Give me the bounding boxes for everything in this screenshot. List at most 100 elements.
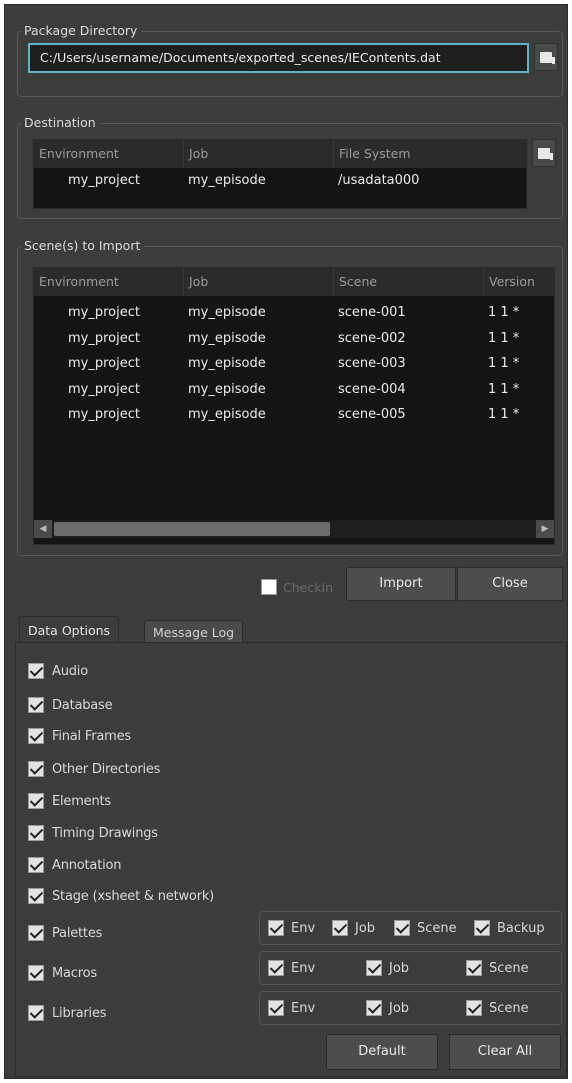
palettes-label: Palettes [52,925,103,941]
scroll-right-icon[interactable]: ▶ [536,520,554,538]
macros-scene-checkbox[interactable] [466,960,482,976]
option-audio[interactable]: Audio [28,660,88,682]
palettes-backup-label: Backup [497,920,545,936]
audio-label: Audio [52,663,88,679]
option-elements[interactable]: Elements [28,790,111,812]
cell-job: my_episode [188,173,266,188]
libraries-env-checkbox[interactable] [268,1000,284,1016]
package-browse-button[interactable] [534,43,558,71]
import-dialog: Package Directory C:/Users/username/Docu… [4,4,568,1079]
palettes-backup-checkbox[interactable] [474,920,490,936]
cell-version: 1 1 * [488,407,520,422]
clear-all-button[interactable]: Clear All [449,1034,561,1070]
folder-browse-icon [538,147,553,160]
macros-job-checkbox[interactable] [366,960,382,976]
stage-xsheet-network-label: Stage (xsheet & network) [52,888,215,904]
annotation-label: Annotation [52,857,122,873]
cell-environment: my_project [68,381,140,397]
cell-scene: scene-002 [338,330,406,346]
palettes-job-checkbox[interactable] [332,920,348,936]
palettes-scene-option[interactable]: Scene [394,920,457,936]
macros-scene-option[interactable]: Scene [466,960,529,976]
macros-checkbox[interactable] [28,965,44,981]
option-timing-drawings[interactable]: Timing Drawings [28,822,158,844]
column-header-job[interactable]: Job [184,268,334,296]
folder-browse-icon [540,51,555,64]
column-header-scene[interactable]: Scene [334,268,484,296]
table-row[interactable]: my_project my_episode scene-003 1 1 * [34,351,554,376]
libraries-job-option[interactable]: Job [366,1000,409,1016]
cell-file-system: /usadata000 [338,173,420,188]
option-database[interactable]: Database [28,694,113,716]
database-label: Database [52,697,113,713]
macros-scene-label: Scene [489,960,529,976]
option-palettes[interactable]: Palettes [28,922,102,944]
horizontal-scrollbar[interactable]: ◀ ▶ [34,520,554,538]
table-row[interactable]: my_project my_episode scene-001 1 1 * [34,300,554,325]
final-frames-checkbox[interactable] [28,728,44,744]
final-frames-label: Final Frames [52,728,131,744]
column-header-file-system[interactable]: File System [334,140,526,168]
cell-environment: my_project [68,305,140,320]
option-libraries[interactable]: Libraries [28,1002,107,1024]
macros-job-option[interactable]: Job [366,960,409,976]
libraries-scene-option[interactable]: Scene [466,1000,529,1016]
libraries-env-option[interactable]: Env [268,1000,315,1016]
option-macros[interactable]: Macros [28,962,97,984]
checkin-option[interactable]: CheckIn [261,577,333,597]
cell-job: my_episode [188,330,266,346]
column-header-environment[interactable]: Environment [34,140,184,168]
checkin-checkbox[interactable] [261,579,277,595]
option-other-directories[interactable]: Other Directories [28,758,160,780]
palettes-backup-option[interactable]: Backup [474,920,545,936]
option-annotation[interactable]: Annotation [28,854,121,876]
option-final-frames[interactable]: Final Frames [28,725,131,747]
macros-env-option[interactable]: Env [268,960,315,976]
package-path-input[interactable]: C:/Users/username/Documents/exported_sce… [28,43,529,73]
libraries-env-label: Env [291,1000,316,1016]
table-row[interactable]: my_project my_episode /usadata000 [34,168,526,193]
table-row[interactable]: my_project my_episode scene-005 1 1 * [34,402,554,427]
close-button[interactable]: Close [457,567,563,601]
column-header-environment[interactable]: Environment [34,268,184,296]
macros-env-checkbox[interactable] [268,960,284,976]
libraries-scene-checkbox[interactable] [466,1000,482,1016]
import-button[interactable]: Import [346,567,456,601]
libraries-job-label: Job [389,1000,410,1016]
libraries-job-checkbox[interactable] [366,1000,382,1016]
elements-label: Elements [52,793,111,809]
cell-scene: scene-005 [338,407,406,422]
timing-drawings-checkbox[interactable] [28,825,44,841]
palettes-job-option[interactable]: Job [332,920,375,936]
default-button[interactable]: Default [326,1034,438,1070]
audio-checkbox[interactable] [28,663,44,679]
libraries-checkbox[interactable] [28,1005,44,1021]
tab-data-options[interactable]: Data Options [19,616,120,645]
option-stage-xsheet-network[interactable]: Stage (xsheet & network) [28,885,214,907]
palettes-env-option[interactable]: Env [268,920,315,936]
scenes-table[interactable]: Environment Job Scene Version my_project… [33,267,555,545]
table-row[interactable]: my_project my_episode scene-002 1 1 * [34,326,554,351]
elements-checkbox[interactable] [28,793,44,809]
palettes-env-checkbox[interactable] [268,920,284,936]
palettes-checkbox[interactable] [28,925,44,941]
cell-version: 1 1 * [488,356,520,371]
palettes-scene-checkbox[interactable] [394,920,410,936]
destination-table[interactable]: Environment Job File System my_project m… [33,139,527,209]
stage-xsheet-network-checkbox[interactable] [28,888,44,904]
scroll-left-icon[interactable]: ◀ [34,520,52,538]
database-checkbox[interactable] [28,697,44,713]
column-header-job[interactable]: Job [184,140,334,168]
cell-environment: my_project [68,173,140,188]
other-directories-checkbox[interactable] [28,761,44,777]
palettes-scope-group: Env Job Scene Backup [259,911,562,945]
package-directory-title: Package Directory [22,23,142,39]
scrollbar-thumb[interactable] [54,522,330,536]
destination-browse-button[interactable] [532,139,556,167]
cell-job: my_episode [188,305,266,320]
annotation-checkbox[interactable] [28,857,44,873]
macros-label: Macros [52,965,97,981]
column-header-version[interactable]: Version [484,268,554,296]
table-row[interactable]: my_project my_episode scene-004 1 1 * [34,377,554,402]
cell-version: 1 1 * [488,330,520,346]
